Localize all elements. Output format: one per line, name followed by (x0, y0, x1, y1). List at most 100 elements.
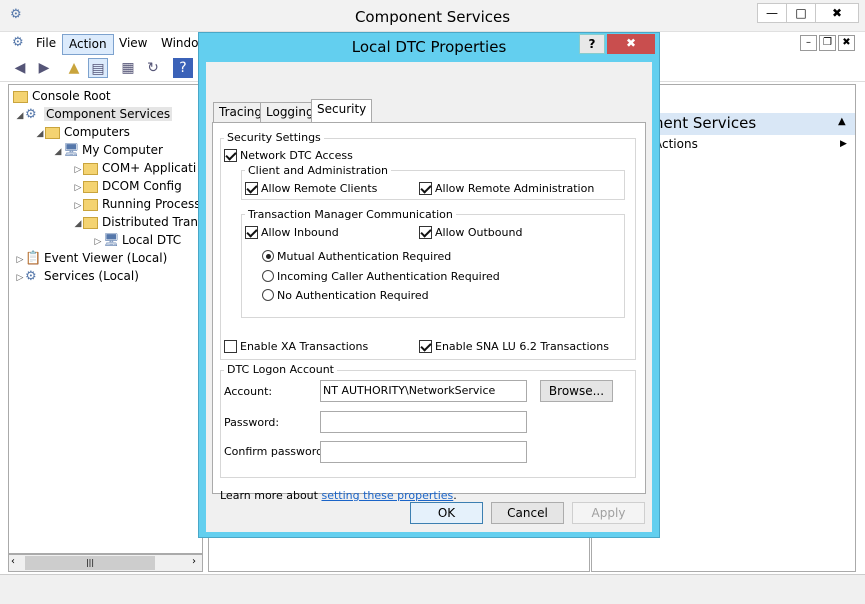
menu-view[interactable]: View (113, 34, 153, 55)
collapsed-arrow-icon[interactable]: ▷ (15, 269, 25, 287)
tree-item-label: Event Viewer (Local) (44, 251, 168, 265)
tree-item-label: Component Services (44, 107, 173, 121)
inner-close-button[interactable]: ✖ (838, 35, 855, 51)
computer-icon: 🖥 (103, 232, 120, 248)
tree-item-my-computer[interactable]: ◢ 🖥 My Computer (9, 141, 202, 159)
tree-item-running-processes[interactable]: ▷ Running Process (9, 195, 202, 213)
enable-sna-option[interactable]: Enable SNA LU 6.2 Transactions (419, 339, 609, 353)
allow-remote-admin-option[interactable]: Allow Remote Administration (419, 181, 594, 195)
refresh-icon[interactable]: ↻ (143, 58, 163, 78)
account-label: Account: (224, 385, 273, 398)
tree-item-local-dtc[interactable]: ▷ 🖥 Local DTC (9, 231, 202, 249)
password-label: Password: (224, 416, 280, 429)
allow-remote-clients-option[interactable]: Allow Remote Clients (245, 181, 377, 195)
password-field[interactable] (320, 411, 527, 433)
window-title: Component Services (354, 8, 511, 26)
incoming-caller-option[interactable]: Incoming Caller Authentication Required (262, 269, 500, 283)
allow-outbound-checkbox[interactable] (419, 225, 432, 239)
no-auth-radio[interactable] (262, 289, 274, 301)
learn-more-suffix: . (453, 489, 457, 502)
allow-outbound-option[interactable]: Allow Outbound (419, 225, 522, 239)
mutual-auth-option[interactable]: Mutual Authentication Required (262, 249, 451, 263)
actions-item[interactable]: Actions (654, 137, 698, 151)
back-arrow-icon[interactable]: ◀ (10, 58, 30, 78)
folder-icon (45, 126, 60, 139)
expanded-arrow-icon[interactable]: ◢ (73, 215, 83, 233)
enable-xa-label: Enable XA Transactions (240, 339, 369, 353)
close-button[interactable]: ✖ (815, 3, 859, 23)
tree-item-console-root[interactable]: Console Root (9, 87, 202, 105)
tree-item-component-services[interactable]: ◢ ⚙ Component Services (9, 105, 202, 123)
submenu-arrow-icon[interactable]: ▶ (840, 139, 847, 149)
component-services-icon: ⚙ (25, 106, 37, 122)
tree-item-event-viewer[interactable]: ▷ 📋 Event Viewer (Local) (9, 249, 202, 267)
folder-icon (83, 162, 98, 175)
learn-more-link[interactable]: setting these properties (321, 489, 453, 502)
account-field[interactable]: NT AUTHORITY\NetworkService (320, 380, 527, 402)
status-bar (0, 574, 865, 604)
center-pane (208, 538, 590, 572)
tree-item-com-apps[interactable]: ▷ COM+ Applicati (9, 159, 202, 177)
allow-inbound-option[interactable]: Allow Inbound (245, 225, 339, 239)
incoming-caller-radio[interactable] (262, 270, 274, 282)
tree-item-label: Services (Local) (44, 269, 139, 283)
console-tree: Console Root ◢ ⚙ Component Services ◢ Compu… (8, 84, 205, 554)
menu-file[interactable]: File (30, 34, 62, 55)
confirm-password-field[interactable] (320, 441, 527, 463)
help-icon[interactable]: ? (173, 58, 193, 78)
tree-item-distributed-transactions[interactable]: ◢ Distributed Trans (9, 213, 205, 233)
export-list-icon[interactable]: ▦ (118, 58, 138, 78)
help-button[interactable]: ? (579, 34, 605, 54)
scroll-thumb[interactable]: ||| (25, 556, 155, 570)
allow-outbound-label: Allow Outbound (435, 225, 523, 239)
mmc-titlebar: ⚙ Component Services — □ ✖ (0, 0, 865, 32)
up-folder-icon[interactable]: ▲ (64, 58, 84, 78)
inner-minimize-button[interactable]: – (800, 35, 817, 51)
expanded-arrow-icon[interactable]: ◢ (53, 143, 63, 161)
show-hide-tree-icon[interactable]: ▤ (88, 58, 108, 78)
network-dtc-access-label: Network DTC Access (240, 148, 353, 162)
tm-communication-label: Transaction Manager Communication (245, 208, 456, 221)
collapse-up-icon[interactable]: ▲ (838, 116, 846, 127)
forward-arrow-icon[interactable]: ▶ (34, 58, 54, 78)
tree-item-computers[interactable]: ◢ Computers (9, 123, 202, 141)
allow-remote-clients-label: Allow Remote Clients (261, 181, 378, 195)
dialog-close-button[interactable]: ✖ (607, 34, 655, 54)
expanded-arrow-icon[interactable]: ◢ (35, 125, 45, 143)
tree-horizontal-scrollbar[interactable]: ‹ ||| › (8, 554, 203, 572)
folder-icon (83, 198, 98, 211)
expanded-arrow-icon[interactable]: ◢ (15, 107, 25, 125)
tree-item-dcom-config[interactable]: ▷ DCOM Config (9, 177, 202, 195)
tree-item-label: My Computer (82, 143, 163, 157)
allow-inbound-checkbox[interactable] (245, 225, 258, 239)
enable-sna-checkbox[interactable] (419, 339, 432, 353)
network-dtc-access-checkbox[interactable] (224, 148, 237, 162)
cancel-button[interactable]: Cancel (491, 502, 564, 524)
maximize-button[interactable]: □ (786, 3, 816, 23)
ok-button[interactable]: OK (410, 502, 483, 524)
minimize-button[interactable]: — (757, 3, 787, 23)
no-auth-label: No Authentication Required (277, 288, 429, 302)
security-tab-page: Security Settings Network DTC Access Cli… (212, 122, 646, 502)
menu-action[interactable]: Action (62, 34, 114, 55)
folder-icon (13, 90, 28, 103)
tree-item-services[interactable]: ▷ ⚙ Services (Local) (9, 267, 202, 285)
scroll-right-icon[interactable]: › (192, 556, 196, 567)
network-dtc-access-option[interactable]: Network DTC Access (224, 148, 353, 162)
scroll-left-icon[interactable]: ‹ (11, 556, 15, 567)
tree-item-label: DCOM Config (102, 179, 182, 193)
security-settings-label: Security Settings (224, 131, 324, 144)
event-viewer-icon: 📋 (25, 250, 42, 266)
mutual-auth-radio[interactable] (262, 250, 274, 262)
allow-inbound-label: Allow Inbound (261, 225, 339, 239)
enable-xa-checkbox[interactable] (224, 339, 237, 353)
no-auth-option[interactable]: No Authentication Required (262, 288, 429, 302)
incoming-caller-label: Incoming Caller Authentication Required (277, 269, 500, 283)
browse-button[interactable]: Browse... (540, 380, 613, 402)
inner-restore-button[interactable]: ❐ (819, 35, 836, 51)
apply-button[interactable]: Apply (572, 502, 645, 524)
enable-xa-option[interactable]: Enable XA Transactions (224, 339, 368, 353)
tab-security[interactable]: Security (311, 99, 373, 123)
allow-remote-clients-checkbox[interactable] (245, 181, 258, 195)
allow-remote-admin-checkbox[interactable] (419, 181, 432, 195)
